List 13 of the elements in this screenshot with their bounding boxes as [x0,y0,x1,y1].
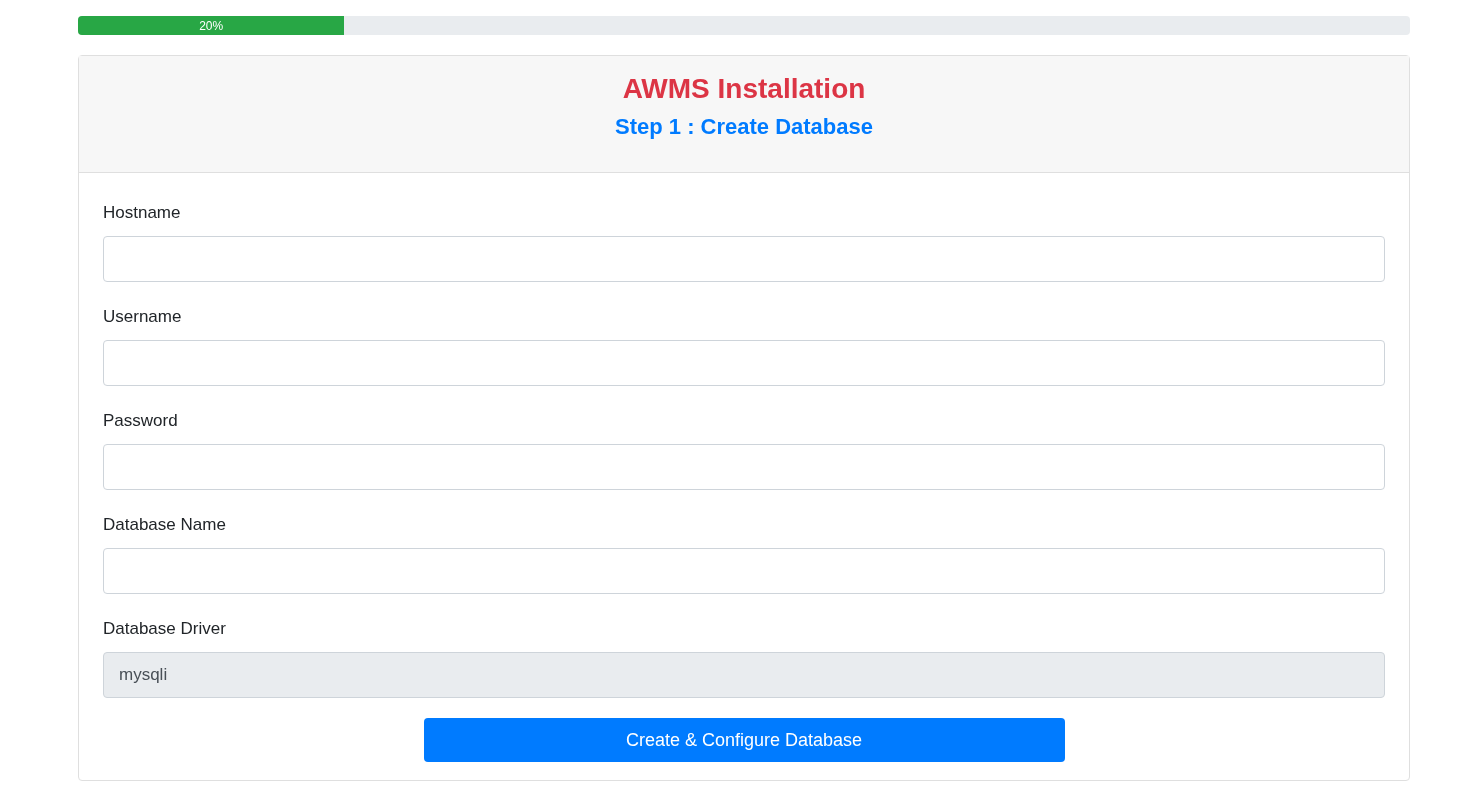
field-label: Username [103,306,182,328]
progress-fill: 20% [78,16,345,35]
field-label: Database Name [103,514,226,536]
input-field[interactable] [103,444,1385,490]
field-label: Password [103,410,178,432]
create-database-button[interactable]: Create & Configure Database [423,718,1065,762]
input-field[interactable] [103,236,1385,282]
step-subtitle: Step 1 : Create Database [615,113,873,141]
input-field[interactable] [103,548,1385,594]
input-field[interactable] [103,340,1385,386]
field-label: Database Driver [103,618,226,640]
field-label: Hostname [103,202,181,224]
installation-title: AWMS Installation [622,72,866,106]
